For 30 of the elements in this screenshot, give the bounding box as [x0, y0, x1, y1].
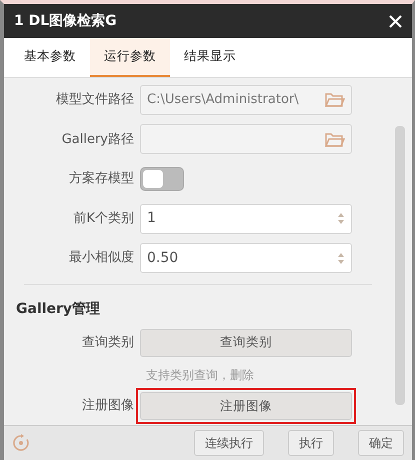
folder-icon[interactable] — [325, 91, 345, 108]
window-title: 1 DL图像检索G — [14, 12, 117, 30]
toggle-switch[interactable] — [140, 167, 184, 192]
field-label: 最小相似度 — [68, 249, 135, 268]
tab[interactable]: 结果显示 — [170, 38, 250, 77]
scrollbar-thumb[interactable] — [395, 126, 405, 405]
path-field[interactable] — [140, 124, 352, 154]
footer-button[interactable]: 确定 — [358, 430, 404, 456]
tab[interactable]: 基本参数 — [10, 38, 90, 77]
tab[interactable]: 运行参数 — [90, 38, 170, 77]
field-label: 模型文件路径 — [55, 91, 135, 110]
path-field[interactable]: C:\Users\Administrator\ — [140, 84, 352, 115]
hint-text: 支持类别查询，删除 — [146, 366, 254, 384]
field-label: 方案存模型 — [68, 170, 135, 188]
action-button[interactable]: 注册图像 — [140, 392, 352, 420]
folder-icon[interactable] — [325, 130, 345, 148]
field-label: 查询类别 — [81, 334, 135, 352]
spin-arrows-icon[interactable] — [337, 252, 345, 265]
field-label: 注册图像 — [81, 397, 135, 416]
field-label: 前K个类别 — [72, 210, 135, 228]
spinner-field[interactable]: 0.50 — [140, 243, 352, 274]
footer-button[interactable]: 连续执行 — [194, 430, 264, 456]
refresh-icon[interactable] — [12, 434, 30, 452]
close-icon[interactable] — [389, 14, 402, 28]
spin-arrows-icon[interactable] — [337, 212, 345, 226]
spinner-field[interactable]: 1 — [140, 204, 352, 234]
field-label: Gallery路径 — [60, 130, 135, 149]
action-button[interactable]: 查询类别 — [140, 328, 352, 357]
section-title: Gallery管理 — [15, 300, 102, 320]
footer-button[interactable]: 执行 — [288, 430, 334, 456]
